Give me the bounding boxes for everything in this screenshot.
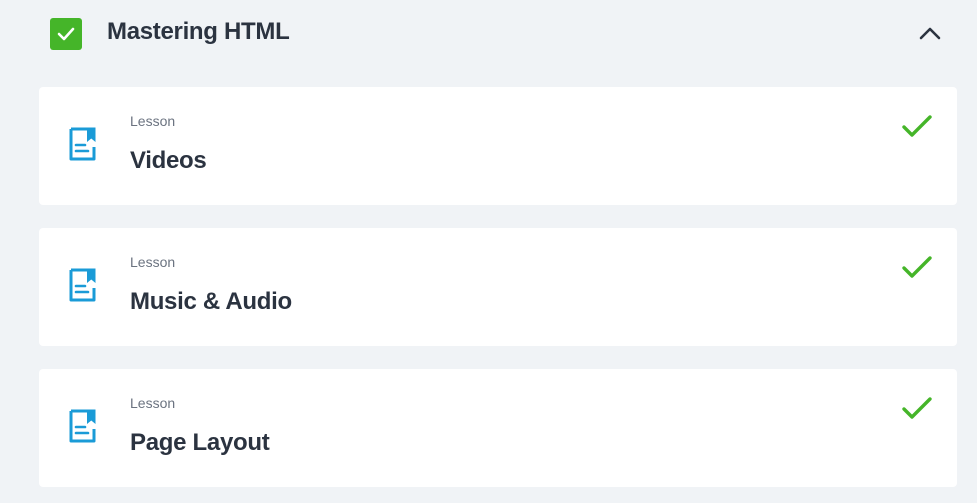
lesson-title: Page Layout	[130, 429, 270, 456]
checkmark-icon	[901, 114, 933, 140]
document-icon	[67, 408, 99, 448]
checkmark-icon	[901, 255, 933, 281]
lesson-type-label: Lesson	[130, 254, 176, 270]
checkbox-checked-icon	[50, 18, 82, 50]
module-header[interactable]: Mastering HTML	[0, 0, 977, 68]
lesson-type-label: Lesson	[130, 395, 176, 411]
course-module: Mastering HTML Lesson Videos Lesson Musi…	[0, 0, 977, 503]
checkmark-icon	[901, 396, 933, 422]
lesson-type-label: Lesson	[130, 113, 176, 129]
lesson-item-music-audio[interactable]: Lesson Music & Audio	[39, 228, 957, 346]
document-icon	[67, 126, 99, 166]
lesson-title: Videos	[130, 147, 207, 174]
module-title: Mastering HTML	[107, 18, 290, 45]
lesson-item-page-layout[interactable]: Lesson Page Layout	[39, 369, 957, 487]
chevron-up-icon[interactable]	[917, 22, 943, 44]
lesson-item-videos[interactable]: Lesson Videos	[39, 87, 957, 205]
lesson-title: Music & Audio	[130, 288, 292, 315]
document-icon	[67, 267, 99, 307]
